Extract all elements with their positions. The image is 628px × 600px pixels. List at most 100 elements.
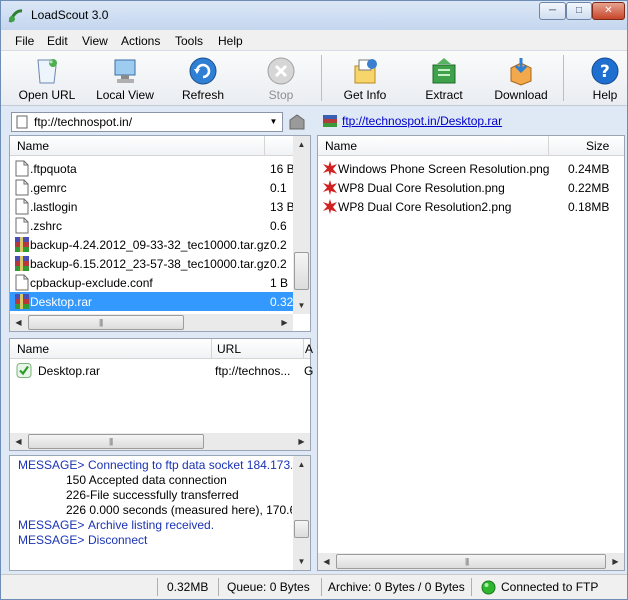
status-connection: Connected to FTP bbox=[501, 580, 599, 594]
log-line: MESSAGE> Archive listing received. bbox=[10, 518, 292, 533]
menu-bar: File Edit View Actions Tools Help bbox=[1, 30, 627, 51]
document-icon bbox=[15, 160, 29, 177]
close-icon: ✕ bbox=[604, 5, 613, 16]
scroll-left-icon[interactable]: ◀ bbox=[10, 314, 27, 331]
get-info-button[interactable]: Get Info bbox=[339, 53, 391, 105]
scroll-left-icon[interactable]: ◀ bbox=[10, 433, 27, 450]
scroll-thumb[interactable]: ||| bbox=[28, 434, 204, 449]
status-archive: Archive: 0 Bytes / 0 Bytes bbox=[328, 580, 465, 594]
archive-path-link[interactable]: ftp://technospot.in/Desktop.rar bbox=[342, 114, 502, 128]
file-size: 0.6 bbox=[270, 219, 287, 233]
svg-text:*: * bbox=[49, 59, 53, 68]
message-log: MESSAGE> Connecting to ftp data socket 18… bbox=[9, 455, 311, 571]
window-title: LoadScout 3.0 bbox=[31, 8, 109, 22]
scroll-right-icon[interactable]: ▶ bbox=[607, 553, 624, 570]
document-icon bbox=[16, 115, 28, 129]
scroll-down-icon[interactable]: ▼ bbox=[293, 297, 310, 314]
scroll-down-icon[interactable]: ▼ bbox=[293, 553, 310, 570]
path-combobox[interactable]: ftp://technospot.in/ ▼ bbox=[11, 112, 283, 132]
menu-actions[interactable]: Actions bbox=[121, 34, 160, 48]
help-icon: ? bbox=[591, 57, 619, 85]
menu-edit[interactable]: Edit bbox=[47, 34, 68, 48]
file-size: 0.24MB bbox=[568, 162, 610, 176]
queue-list: Name URL A Desktop.rar ftp://technos... … bbox=[9, 338, 313, 451]
column-name[interactable]: Name bbox=[17, 139, 49, 153]
archive-icon bbox=[323, 115, 337, 127]
menu-help[interactable]: Help bbox=[218, 34, 243, 48]
menu-file[interactable]: File bbox=[15, 34, 34, 48]
scroll-up-icon[interactable]: ▲ bbox=[293, 456, 310, 473]
open-url-icon: * bbox=[37, 59, 57, 84]
log-text: Archive listing received. bbox=[88, 518, 215, 532]
file-row[interactable]: cpbackup-exclude.conf 1 B bbox=[10, 273, 293, 292]
scroll-thumb[interactable]: ||| bbox=[336, 554, 606, 569]
scroll-right-icon[interactable]: ▶ bbox=[276, 314, 293, 331]
file-name: Windows Phone Screen Resolution.png bbox=[338, 162, 550, 176]
archive-row[interactable]: Windows Phone Screen Resolution.png 0.24M… bbox=[318, 159, 624, 178]
file-row[interactable]: .zshrc 0.6 bbox=[10, 216, 293, 235]
horizontal-scrollbar[interactable]: ◀ ||| ▶ bbox=[318, 553, 624, 570]
log-line: 226-File successfully transferred bbox=[10, 488, 292, 503]
status-size: 0.32MB bbox=[167, 580, 209, 594]
refresh-icon bbox=[189, 57, 217, 85]
local-file-list: Name .ftpquota 16 B .gemrc 0.1 .lastlogin 13 … bbox=[9, 135, 311, 332]
file-name: .zshrc bbox=[30, 219, 63, 233]
close-button[interactable]: ✕ bbox=[592, 2, 625, 20]
document-icon bbox=[15, 179, 29, 196]
file-row[interactable]: .lastlogin 13 B bbox=[10, 197, 295, 216]
file-row[interactable]: Desktop.rar 0.32 bbox=[10, 292, 293, 311]
status-queue: Queue: 0 Bytes bbox=[227, 580, 310, 594]
archive-icon bbox=[15, 256, 29, 271]
local-view-button[interactable]: Local View bbox=[91, 53, 159, 105]
column-size[interactable]: Size bbox=[586, 139, 609, 153]
maximize-icon: □ bbox=[575, 5, 583, 16]
horizontal-scrollbar[interactable]: ◀ ||| ▶ bbox=[10, 314, 293, 331]
file-name: .lastlogin bbox=[30, 200, 78, 214]
scroll-right-icon[interactable]: ▶ bbox=[293, 433, 310, 450]
log-text: Connecting to ftp data socket 184.173.7 bbox=[88, 458, 292, 472]
scroll-left-icon[interactable]: ◀ bbox=[318, 553, 335, 570]
download-button[interactable]: Download bbox=[491, 53, 551, 105]
scroll-up-icon[interactable]: ▲ bbox=[293, 136, 310, 153]
menu-view[interactable]: View bbox=[82, 34, 108, 48]
minimize-button[interactable]: ─ bbox=[539, 2, 566, 20]
refresh-button[interactable]: Refresh bbox=[177, 53, 229, 105]
help-button[interactable]: ? Help bbox=[585, 53, 625, 105]
stop-icon bbox=[267, 57, 295, 85]
scroll-thumb[interactable]: ||| bbox=[28, 315, 184, 330]
archive-file-list: Name Size Windows Phone Screen Resolutio… bbox=[317, 135, 625, 571]
queue-row[interactable]: Desktop.rar ftp://technos... G bbox=[10, 361, 313, 380]
archive-row[interactable]: WP8 Dual Core Resolution2.png 0.18MB bbox=[318, 197, 624, 216]
file-row[interactable]: backup-4.24.2012_09-33-32_tec10000.tar.g… bbox=[10, 235, 293, 254]
column-name[interactable]: Name bbox=[17, 342, 49, 356]
vertical-scrollbar[interactable]: ▲ ▼ bbox=[293, 136, 310, 314]
scroll-thumb[interactable] bbox=[294, 520, 309, 538]
title-bar[interactable]: LoadScout 3.0 ─ □ ✕ bbox=[1, 1, 627, 30]
open-url-button[interactable]: * Open URL bbox=[15, 53, 79, 105]
horizontal-scrollbar[interactable]: ◀ ||| ▶ bbox=[10, 433, 310, 450]
chevron-down-icon[interactable]: ▼ bbox=[265, 113, 282, 131]
go-icon[interactable] bbox=[287, 112, 307, 132]
archive-row[interactable]: WP8 Dual Core Resolution.png 0.22MB bbox=[318, 178, 624, 197]
download-icon bbox=[510, 58, 532, 86]
stop-button[interactable]: Stop bbox=[259, 53, 303, 105]
file-row[interactable]: backup-6.15.2012_23-57-38_tec10000.tar.g… bbox=[10, 254, 293, 273]
extract-button[interactable]: Extract bbox=[421, 53, 467, 105]
file-size: 0.1 bbox=[270, 181, 287, 195]
file-name: backup-6.15.2012_23-57-38_tec10000.tar.g… bbox=[30, 257, 270, 271]
scroll-thumb[interactable] bbox=[294, 252, 309, 290]
column-url[interactable]: URL bbox=[217, 342, 241, 356]
minimize-icon: ─ bbox=[548, 5, 557, 16]
file-row[interactable]: .gemrc 0.1 bbox=[10, 178, 293, 197]
vertical-scrollbar[interactable]: ▲ ▼ bbox=[293, 456, 310, 570]
file-row[interactable]: .ftpquota 16 B bbox=[10, 159, 295, 178]
file-name: backup-4.24.2012_09-33-32_tec10000.tar.g… bbox=[30, 238, 270, 252]
image-file-icon bbox=[323, 199, 337, 214]
file-size: 16 B bbox=[270, 162, 295, 176]
maximize-button[interactable]: □ bbox=[566, 2, 592, 20]
column-name[interactable]: Name bbox=[325, 139, 357, 153]
column-extra[interactable]: A bbox=[305, 342, 313, 356]
log-tag: MESSAGE> bbox=[18, 458, 85, 472]
document-icon bbox=[15, 217, 29, 234]
menu-tools[interactable]: Tools bbox=[175, 34, 203, 48]
